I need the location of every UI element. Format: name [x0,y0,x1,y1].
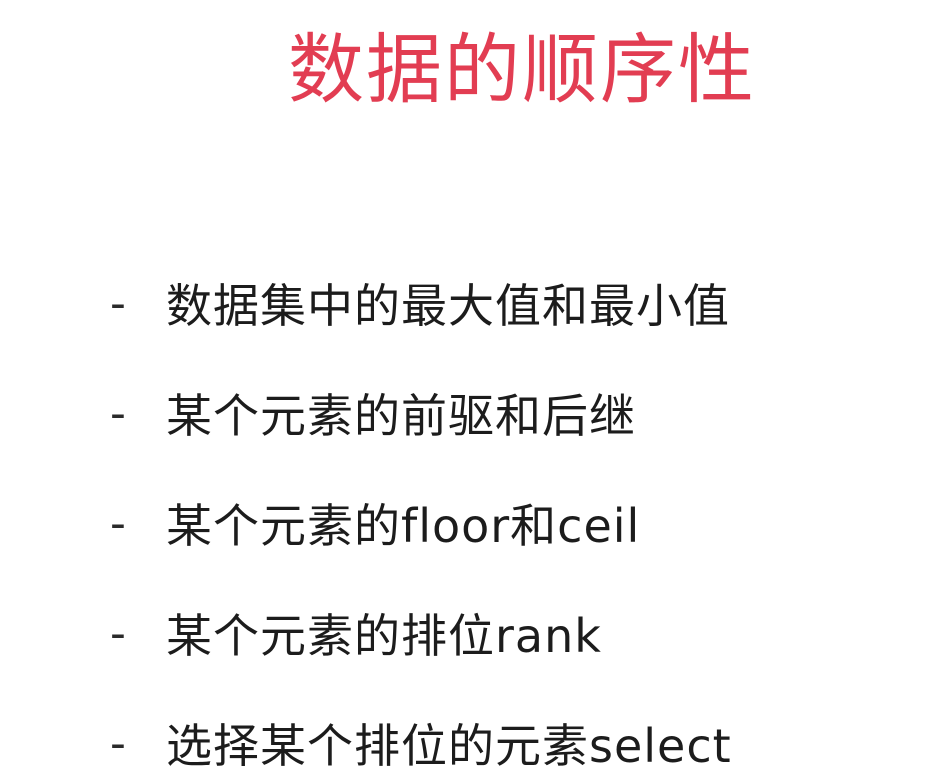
list-item: - 某个元素的前驱和后继 [110,358,732,468]
list-item: - 选择某个排位的元素select [110,688,732,770]
list-item: - 数据集中的最大值和最小值 [110,248,732,358]
bullet-list: - 数据集中的最大值和最小值 - 某个元素的前驱和后继 - 某个元素的floor… [110,248,732,770]
bullet-text: 某个元素的排位rank [166,609,602,663]
list-item: - 某个元素的排位rank [110,578,732,688]
slide: 数据的顺序性 - 数据集中的最大值和最小值 - 某个元素的前驱和后继 - 某个元… [0,0,934,770]
bullet-text: 某个元素的前驱和后继 [166,389,636,443]
slide-title: 数据的顺序性 [288,25,756,114]
bullet-dash: - [110,607,126,659]
bullet-text: 选择某个排位的元素select [166,719,732,770]
bullet-dash: - [110,387,126,439]
bullet-dash: - [110,277,126,329]
list-item: - 某个元素的floor和ceil [110,468,732,578]
bullet-text: 数据集中的最大值和最小值 [166,279,730,333]
bullet-dash: - [110,497,126,549]
bullet-text: 某个元素的floor和ceil [166,499,641,553]
bullet-dash: - [110,717,126,769]
